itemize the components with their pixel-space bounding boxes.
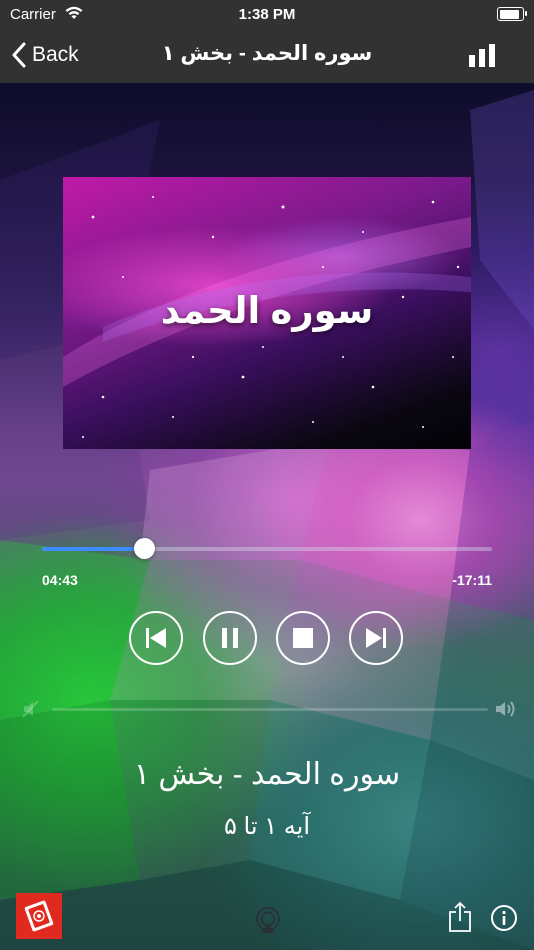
background-facets (0, 90, 534, 950)
volume-mute-icon (22, 700, 39, 718)
status-bar: Carrier 1:38 PM (0, 0, 534, 28)
battery-icon (497, 7, 527, 21)
back-label: Back (32, 43, 79, 66)
previous-icon (146, 628, 166, 648)
previous-button[interactable] (129, 611, 183, 665)
share-button[interactable] (447, 901, 473, 933)
progress-slider[interactable] (42, 538, 492, 559)
stop-icon (293, 628, 313, 648)
info-button[interactable] (490, 904, 518, 932)
page-title: سوره الحمد - بخش ۱ (161, 42, 373, 65)
album-artwork: سوره الحمد (63, 177, 471, 449)
track-title: سوره الحمد - بخش ۱ (133, 758, 401, 791)
progress-fill (42, 547, 145, 551)
status-time: 1:38 PM (238, 6, 296, 23)
remaining-time: -17:11 (452, 572, 492, 588)
playlist-button[interactable] (468, 43, 496, 69)
airplay-icon (256, 907, 280, 933)
quran-book-button[interactable] (16, 893, 62, 939)
stop-button[interactable] (276, 611, 330, 665)
pause-button[interactable] (203, 611, 257, 665)
bar-chart-icon (469, 44, 495, 67)
volume-track (52, 708, 488, 711)
progress-knob[interactable] (134, 538, 156, 559)
next-icon (366, 628, 386, 648)
info-icon (491, 905, 517, 931)
battery-level (499, 9, 519, 19)
quran-book-icon (24, 900, 54, 932)
track-subtitle: آیه ۱ تا ۵ (224, 813, 310, 840)
volume-slider[interactable] (22, 697, 518, 721)
share-icon (449, 901, 471, 932)
volume-up-icon (496, 701, 515, 717)
back-button[interactable]: Back (12, 40, 79, 70)
elapsed-time: 04:43 (42, 572, 78, 588)
pause-icon (222, 628, 238, 648)
next-button[interactable] (349, 611, 403, 665)
chevron-left-icon (12, 42, 26, 68)
airplay-button[interactable] (253, 906, 283, 934)
artwork-title: سوره الحمد (160, 290, 374, 331)
navigation-bar: Back سوره الحمد - بخش ۱ (0, 28, 534, 83)
